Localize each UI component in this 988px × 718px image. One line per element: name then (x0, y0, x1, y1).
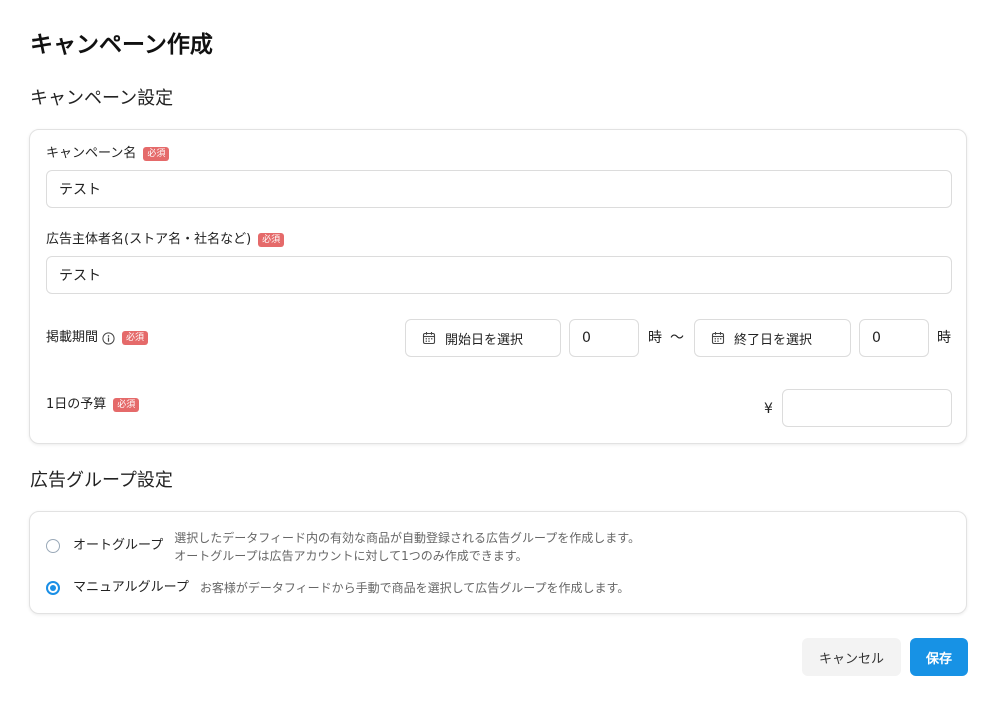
ad-group-settings-title: 広告グループ設定 (30, 470, 173, 491)
auto-group-label: オートグループ (73, 538, 164, 553)
info-icon[interactable] (102, 331, 115, 345)
end-hour-input[interactable] (859, 319, 929, 357)
end-date-label: 終了日を選択 (734, 332, 813, 348)
required-badge: 必須 (113, 398, 140, 412)
page-title: キャンペーン作成 (30, 32, 213, 58)
auto-group-option[interactable]: オートグループ 選択したデータフィード内の有効な商品が自動登録される広告グループ… (46, 529, 640, 565)
daily-budget-label: 1日の予算 必須 (46, 396, 140, 414)
campaign-create-page: キャンペーン作成 キャンペーン設定 キャンペーン名 必須 広告主体者名(ストア名… (0, 0, 988, 718)
auto-group-description: 選択したデータフィード内の有効な商品が自動登録される広告グループを作成します。 … (163, 529, 640, 565)
required-badge: 必須 (122, 331, 149, 345)
daily-budget-input[interactable] (782, 389, 952, 427)
campaign-settings-card: キャンペーン名 必須 広告主体者名(ストア名・社名など) 必須 掲載期間 必須 (29, 129, 967, 444)
required-badge: 必須 (258, 233, 285, 247)
period-separator: 〜 (670, 330, 684, 346)
manual-group-option[interactable]: マニュアルグループ お客様がデータフィードから手動で商品を選択して広告グループを… (46, 579, 629, 597)
calendar-icon (422, 332, 436, 345)
start-hour-unit: 時 (648, 330, 662, 346)
save-button[interactable]: 保存 (910, 638, 968, 676)
advertiser-name-label: 広告主体者名(ストア名・社名など) 必須 (46, 231, 285, 249)
start-hour-input[interactable] (569, 319, 639, 357)
required-badge: 必須 (143, 147, 170, 161)
end-date-button[interactable]: 終了日を選択 (694, 319, 851, 357)
manual-group-radio[interactable] (46, 581, 60, 595)
campaign-settings-title: キャンペーン設定 (30, 88, 174, 109)
campaign-name-input[interactable] (46, 170, 952, 208)
calendar-icon (711, 332, 725, 345)
manual-group-description: お客様がデータフィードから手動で商品を選択して広告グループを作成します。 (199, 581, 630, 595)
currency-symbol: ¥ (764, 401, 773, 417)
start-date-label: 開始日を選択 (445, 332, 524, 348)
advertiser-name-label-text: 広告主体者名(ストア名・社名など) (46, 232, 252, 247)
start-date-button[interactable]: 開始日を選択 (405, 319, 561, 357)
auto-group-description-line1: 選択したデータフィード内の有効な商品が自動登録される広告グループを作成します。 (174, 531, 641, 545)
campaign-name-label: キャンペーン名 必須 (46, 145, 170, 163)
auto-group-description-line2: オートグループは広告アカウントに対して1つのみ作成できます。 (174, 549, 528, 563)
manual-group-label: マニュアルグループ (73, 580, 189, 595)
period-label: 掲載期間 必須 (46, 329, 149, 347)
auto-group-radio[interactable] (46, 539, 60, 553)
advertiser-name-input[interactable] (46, 256, 952, 294)
campaign-name-label-text: キャンペーン名 (46, 146, 137, 161)
end-hour-unit: 時 (937, 330, 951, 346)
period-label-text: 掲載期間 (46, 330, 99, 345)
cancel-button[interactable]: キャンセル (802, 638, 901, 676)
ad-group-settings-card: オートグループ 選択したデータフィード内の有効な商品が自動登録される広告グループ… (29, 511, 967, 614)
daily-budget-label-text: 1日の予算 (46, 397, 107, 412)
